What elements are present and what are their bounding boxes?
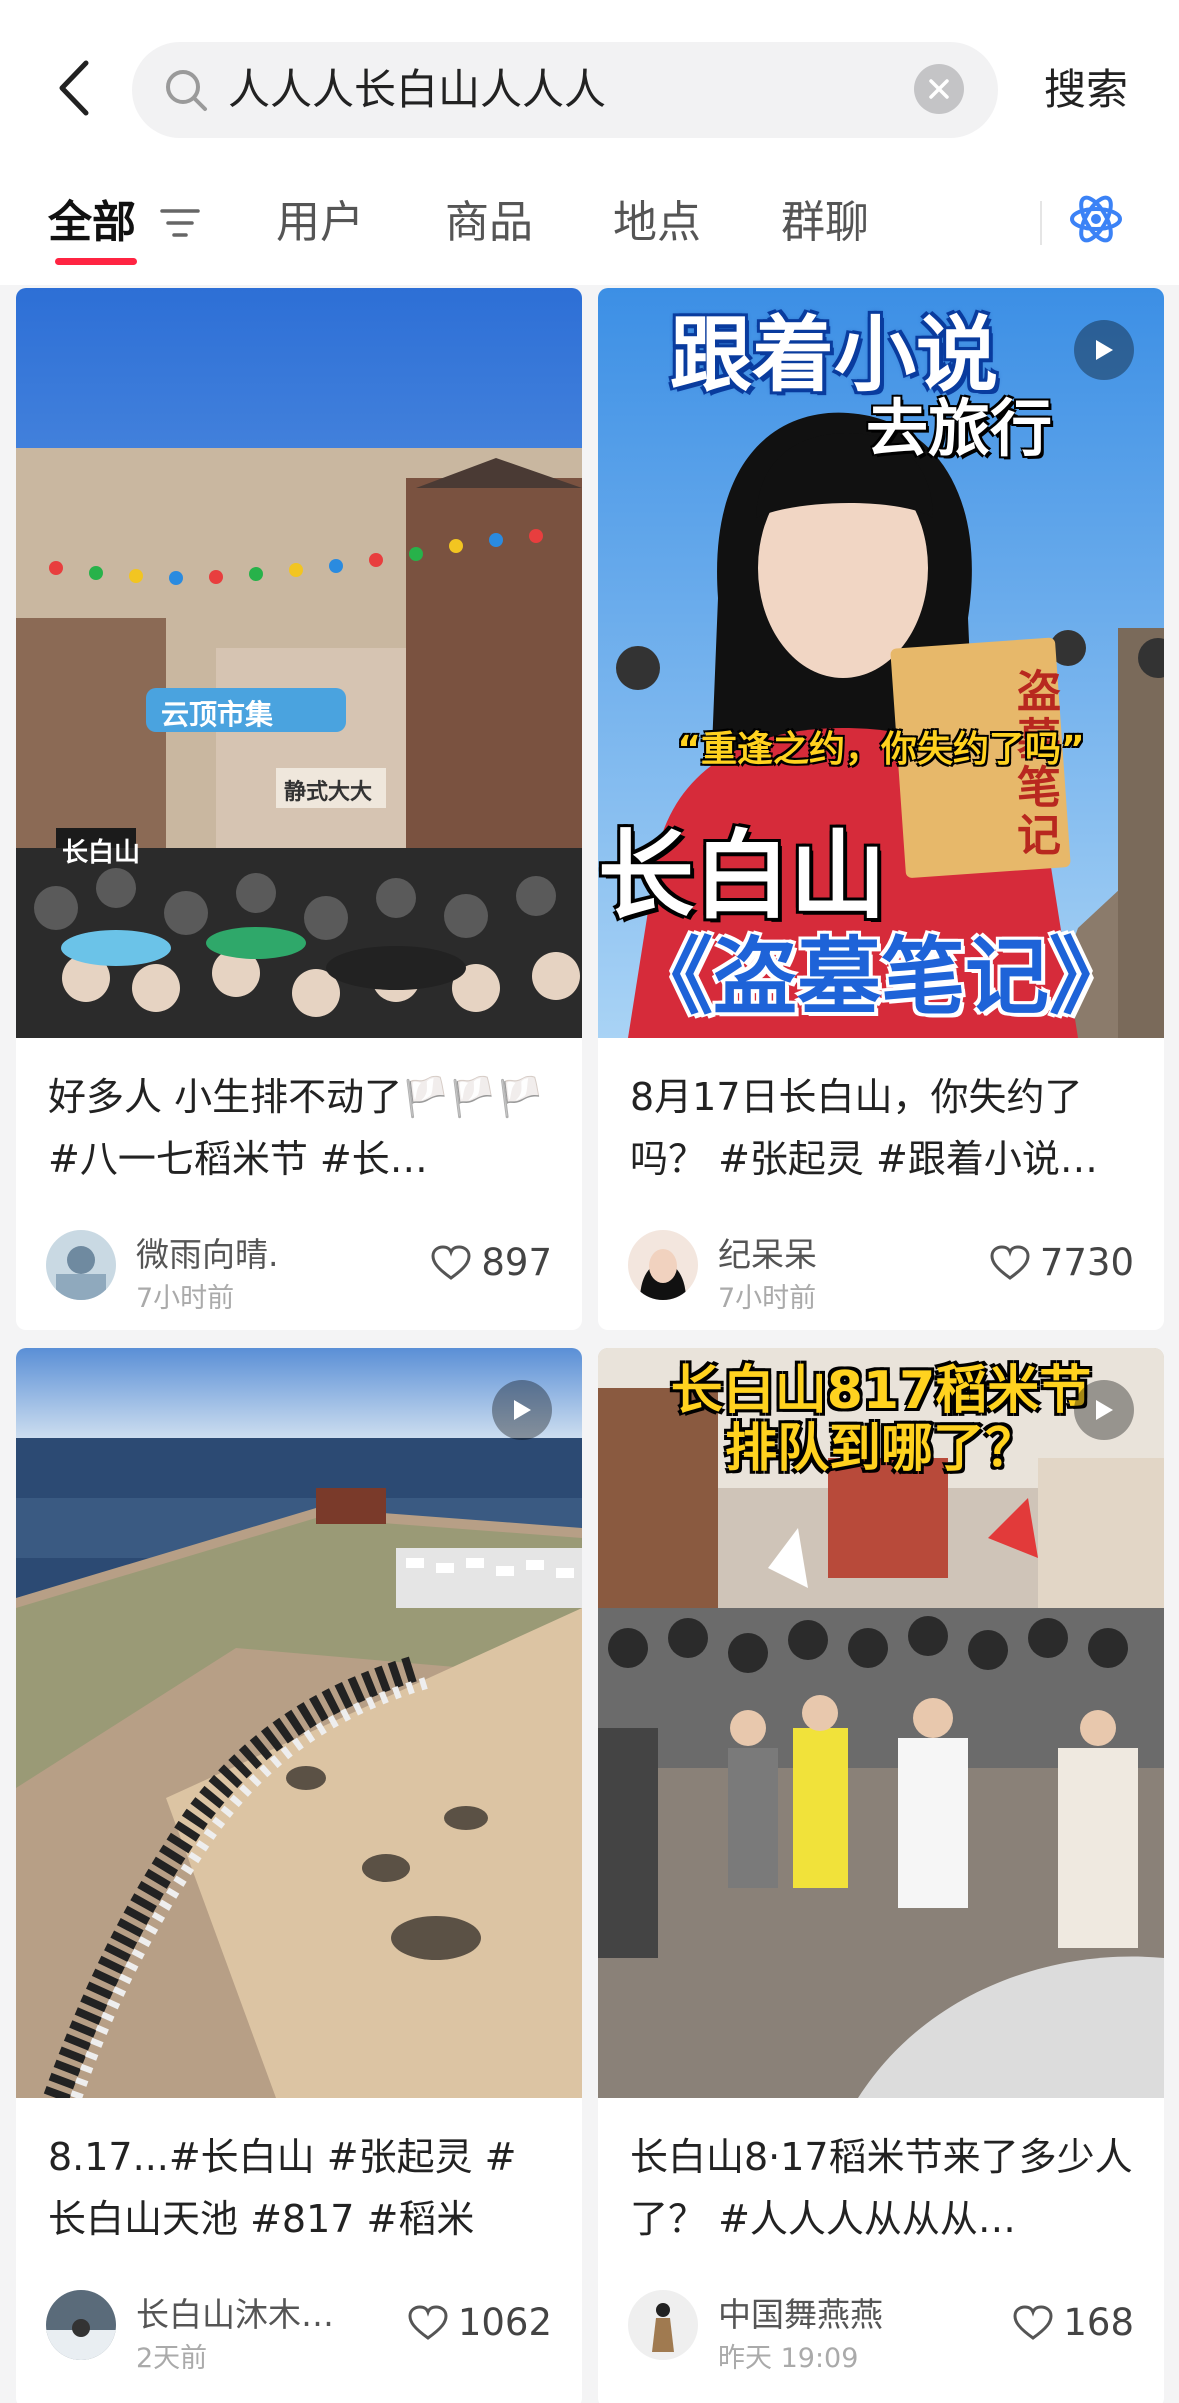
video-play-button[interactable]: [1074, 320, 1134, 380]
clear-search-button[interactable]: [914, 64, 964, 114]
note-cover-image: 跟着小说 去旅行 盗墓笔记 “重逢之约，你失约了吗” 长白山 《盗墓笔记》: [598, 288, 1164, 1038]
author-name[interactable]: 纪呆呆: [718, 1228, 817, 1276]
tab-users[interactable]: 用户: [276, 185, 364, 261]
heart-icon: [408, 2305, 448, 2340]
video-play-button[interactable]: [492, 1380, 552, 1440]
heart-icon: [431, 1245, 471, 1280]
avatar[interactable]: [628, 2290, 698, 2360]
filter-icon[interactable]: [160, 205, 200, 241]
avatar[interactable]: [628, 1230, 698, 1300]
play-icon: [1096, 340, 1113, 360]
post-time: 7小时前: [718, 1283, 817, 1314]
like-count: 7730: [1039, 1241, 1134, 1284]
overlay-novel: 《盗墓笔记》: [628, 928, 1133, 1026]
heart-icon: [990, 1245, 1030, 1280]
tab-products[interactable]: 商品: [445, 185, 533, 261]
avatar[interactable]: [46, 1230, 116, 1300]
video-play-button[interactable]: [1074, 1380, 1134, 1440]
close-icon: [929, 79, 949, 99]
like-button[interactable]: 1062: [408, 2298, 552, 2348]
post-time: 7小时前: [136, 1283, 235, 1314]
overlay-quote: “重逢之约，你失约了吗”: [677, 729, 1085, 770]
back-button[interactable]: [48, 58, 98, 118]
search-query-text: 人人人长白山人人人: [228, 65, 607, 114]
like-count: 168: [1063, 2301, 1134, 2344]
sign-right: 静式大大: [284, 780, 373, 805]
author-name[interactable]: 中国舞燕燕: [718, 2288, 883, 2336]
sign-left: 长白山: [62, 838, 141, 868]
search-input[interactable]: 人人人长白山人人人: [132, 42, 998, 138]
overlay-subheading: 去旅行: [866, 392, 1053, 465]
tab-group-chats[interactable]: 群聊: [781, 185, 869, 261]
play-icon: [1096, 1400, 1113, 1420]
like-button[interactable]: 7730: [990, 1238, 1134, 1288]
tab-divider: [1040, 201, 1042, 245]
note-cover-image: 长白山817稻米节 排队到哪了？: [598, 1348, 1164, 2098]
note-title: 8.17...#长白山 #张起灵 #长白山天池 #817 #稻米: [48, 2135, 517, 2241]
like-button[interactable]: 897: [431, 1238, 552, 1288]
chevron-left-icon: [59, 60, 89, 116]
play-icon: [514, 1400, 531, 1420]
note-card[interactable]: 跟着小说 去旅行 盗墓笔记 “重逢之约，你失约了吗” 长白山 《盗墓笔记》 8月…: [598, 288, 1164, 1330]
author-name[interactable]: 微雨向晴.: [136, 1228, 279, 1276]
top-bar: 人人人长白山人人人 搜索 全部 用户 商品 地点 群聊: [0, 0, 1179, 285]
note-card[interactable]: 云顶市集 长白山 静式大大 好多人 小生排不动了🏳️🏳️🏳️ #八一七稻米节 #…: [16, 288, 582, 1330]
shop-sign: 云顶市集: [161, 698, 274, 731]
heart-icon: [1013, 2305, 1053, 2340]
active-tab-indicator: [55, 258, 137, 265]
note-cover-image: [16, 1348, 582, 2098]
note-card[interactable]: 8.17...#长白山 #张起灵 #长白山天池 #817 #稻米 长白山沐木… …: [16, 1348, 582, 2403]
note-cover-image: 云顶市集 长白山 静式大大: [16, 288, 582, 1038]
avatar[interactable]: [46, 2290, 116, 2360]
like-count: 1062: [457, 2301, 552, 2344]
tab-all[interactable]: 全部: [48, 185, 136, 261]
like-button[interactable]: 168: [1013, 2298, 1134, 2348]
post-time: 2天前: [136, 2343, 208, 2374]
like-count: 897: [481, 1241, 552, 1284]
post-time: 昨天 19:09: [718, 2343, 859, 2374]
author-name[interactable]: 长白山沐木…: [136, 2288, 334, 2336]
note-title: 好多人 小生排不动了🏳️🏳️🏳️ #八一七稻米节 #长…: [48, 1075, 545, 1181]
tab-places[interactable]: 地点: [613, 185, 701, 261]
note-title: 8月17日长白山，你失约了吗？ #张起灵 #跟着小说…: [630, 1075, 1098, 1181]
ai-sparkle-icon[interactable]: [1068, 191, 1124, 247]
search-button[interactable]: 搜索: [1044, 58, 1128, 122]
filter-tabs: 全部 用户 商品 地点 群聊: [0, 185, 1179, 275]
search-icon: [166, 70, 207, 111]
note-title: 长白山8·17稻米节来了多少人了？ #人人人从从从…: [630, 2135, 1133, 2241]
note-card[interactable]: 长白山817稻米节 排队到哪了？ 长白山8·17稻米节来了多少人了？ #人人人从…: [598, 1348, 1164, 2403]
